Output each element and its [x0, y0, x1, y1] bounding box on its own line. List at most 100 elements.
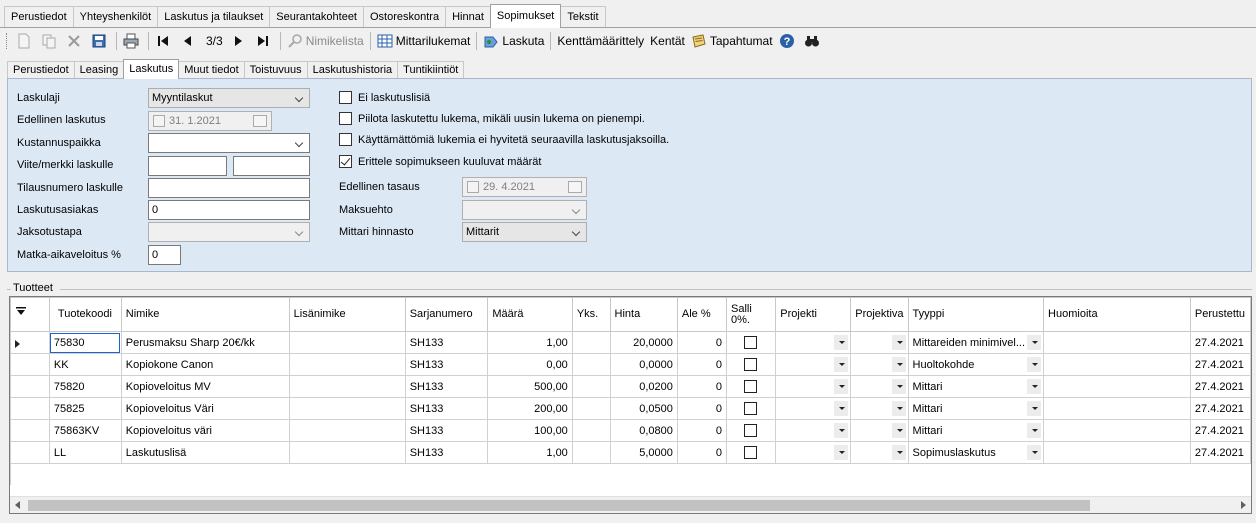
cell-tuotekoodi[interactable]: LL	[48, 441, 122, 464]
ei-laskutuslisia-checkbox[interactable]	[339, 91, 352, 104]
cell-hinta[interactable]: 5,0000	[609, 441, 678, 464]
subtab-leasing[interactable]: Leasing	[73, 61, 125, 79]
cell-perustettu[interactable]: 27.4.2021	[1189, 375, 1251, 398]
horizontal-scrollbar[interactable]	[10, 496, 1251, 513]
new-button[interactable]	[13, 30, 38, 52]
cell-tuotekoodi[interactable]: 75820	[48, 375, 122, 398]
edellinen-tasaus-checkbox[interactable]	[467, 181, 479, 193]
cell-ale[interactable]: 0	[676, 419, 728, 442]
cell-perustettu[interactable]: 27.4.2021	[1189, 441, 1251, 464]
dropdown-arrow-icon[interactable]	[891, 357, 906, 372]
cell-huomioita[interactable]	[1043, 353, 1191, 376]
cell-projekti[interactable]	[775, 331, 852, 354]
cell-hinta[interactable]: 0,0800	[609, 419, 678, 442]
cell-maara[interactable]: 1,00	[487, 441, 573, 464]
col-sarjanumero[interactable]: Sarjanumero	[404, 297, 489, 332]
cell-maara[interactable]: 1,00	[487, 331, 573, 354]
salli-checkbox[interactable]	[744, 446, 757, 459]
laskuta-button[interactable]: Laskuta	[480, 30, 547, 52]
dropdown-arrow-icon[interactable]	[891, 423, 906, 438]
subtab-perustiedot[interactable]: Perustiedot	[7, 61, 75, 79]
col-perustettu[interactable]: Perustettu	[1189, 297, 1251, 332]
cell-ale[interactable]: 0	[676, 397, 728, 420]
find-button[interactable]	[801, 30, 826, 52]
erittele-checkbox[interactable]	[339, 155, 352, 168]
dropdown-arrow-icon[interactable]	[1027, 423, 1042, 438]
cell-hinta[interactable]: 0,0000	[609, 353, 678, 376]
cell-maara[interactable]: 500,00	[487, 375, 573, 398]
dropdown-arrow-icon[interactable]	[891, 401, 906, 416]
cell-ale[interactable]: 0	[676, 353, 728, 376]
row-header[interactable]	[10, 397, 50, 420]
dropdown-arrow-icon[interactable]	[891, 445, 906, 460]
cell-salli[interactable]	[725, 353, 777, 376]
tab-ostoreskontra[interactable]: Ostoreskontra	[363, 6, 447, 28]
col-ale[interactable]: Ale %	[676, 297, 728, 332]
cell-maara[interactable]: 0,00	[487, 353, 573, 376]
col-projektiva[interactable]: Projektiva	[850, 297, 909, 332]
subtab-laskutus[interactable]: Laskutus	[123, 59, 180, 79]
mittari-hinnasto-select[interactable]: Mittarit	[462, 222, 587, 242]
salli-checkbox[interactable]	[744, 380, 757, 393]
last-record-button[interactable]	[252, 30, 277, 52]
cell-yks[interactable]	[571, 441, 611, 464]
cell-salli[interactable]	[725, 331, 777, 354]
dropdown-arrow-icon[interactable]	[834, 335, 849, 350]
row-header[interactable]	[10, 331, 50, 354]
cell-lisanimike[interactable]	[288, 441, 406, 464]
cell-hinta[interactable]: 20,0000	[609, 331, 678, 354]
kayttamattomia-checkbox[interactable]	[339, 133, 352, 146]
cell-yks[interactable]	[571, 375, 611, 398]
toolbar-grip[interactable]	[6, 33, 9, 49]
cell-nimike[interactable]: Kopioveloitus väri	[120, 419, 290, 442]
cell-perustettu[interactable]: 27.4.2021	[1189, 353, 1251, 376]
tab-yhteyshenkilot[interactable]: Yhteyshenkilöt	[72, 6, 159, 28]
dropdown-arrow-icon[interactable]	[891, 335, 906, 350]
nimikelista-button[interactable]: Nimikelista	[284, 30, 367, 52]
cell-tyyppi[interactable]: Mittari	[907, 419, 1045, 442]
cell-sarjanumero[interactable]: SH133	[404, 331, 489, 354]
cell-perustettu[interactable]: 27.4.2021	[1189, 331, 1251, 354]
cell-tuotekoodi[interactable]: 75830	[48, 331, 122, 354]
delete-button[interactable]	[63, 30, 88, 52]
dropdown-arrow-icon[interactable]	[1027, 379, 1042, 394]
cell-lisanimike[interactable]	[288, 419, 406, 442]
row-header[interactable]	[10, 375, 50, 398]
cell-nimike[interactable]: Kopioveloitus MV	[120, 375, 290, 398]
edellinen-laskutus-checkbox[interactable]	[153, 115, 165, 127]
dropdown-arrow-icon[interactable]	[1027, 401, 1042, 416]
cell-nimike[interactable]: Perusmaksu Sharp 20€/kk	[120, 331, 290, 354]
kenttamaarittely-button[interactable]: Kenttämäärittely	[554, 30, 647, 52]
cell-sarjanumero[interactable]: SH133	[404, 353, 489, 376]
tab-perustiedot[interactable]: Perustiedot	[4, 6, 74, 28]
col-salli[interactable]: Salli 0%.	[725, 297, 777, 332]
cell-projektivaihe[interactable]	[850, 397, 909, 420]
viite-input[interactable]	[148, 156, 227, 176]
col-projekti[interactable]: Projekti	[775, 297, 852, 332]
cell-huomioita[interactable]	[1043, 441, 1191, 464]
cell-nimike[interactable]: Kopiokone Canon	[120, 353, 290, 376]
dropdown-arrow-icon[interactable]	[891, 379, 906, 394]
cell-maara[interactable]: 200,00	[487, 397, 573, 420]
cell-ale[interactable]: 0	[676, 331, 728, 354]
cell-projekti[interactable]	[775, 375, 852, 398]
row-header[interactable]	[10, 441, 50, 464]
col-yks[interactable]: Yks.	[571, 297, 611, 332]
cell-lisanimike[interactable]	[288, 331, 406, 354]
grid-corner[interactable]	[10, 297, 50, 332]
cell-perustettu[interactable]: 27.4.2021	[1189, 397, 1251, 420]
cell-tyyppi[interactable]: Mittari	[907, 397, 1045, 420]
cell-yks[interactable]	[571, 419, 611, 442]
matka-input[interactable]: 0	[148, 245, 181, 265]
cell-perustettu[interactable]: 27.4.2021	[1189, 419, 1251, 442]
col-tuotekoodi[interactable]: Tuotekoodi	[48, 297, 122, 332]
previous-record-button[interactable]	[177, 30, 202, 52]
cell-projekti[interactable]	[775, 353, 852, 376]
cell-tyyppi[interactable]: Mittareiden minimivel...	[907, 331, 1045, 354]
cell-tuotekoodi[interactable]: 75863KV	[48, 419, 122, 442]
cell-salli[interactable]	[725, 397, 777, 420]
tab-seurantakohteet[interactable]: Seurantakohteet	[269, 6, 364, 28]
tab-tekstit[interactable]: Tekstit	[560, 6, 606, 28]
first-record-button[interactable]	[152, 30, 177, 52]
table-row[interactable]: KK Kopiokone Canon SH133 0,00 0,0000 0 Huoltok…	[10, 353, 1251, 376]
